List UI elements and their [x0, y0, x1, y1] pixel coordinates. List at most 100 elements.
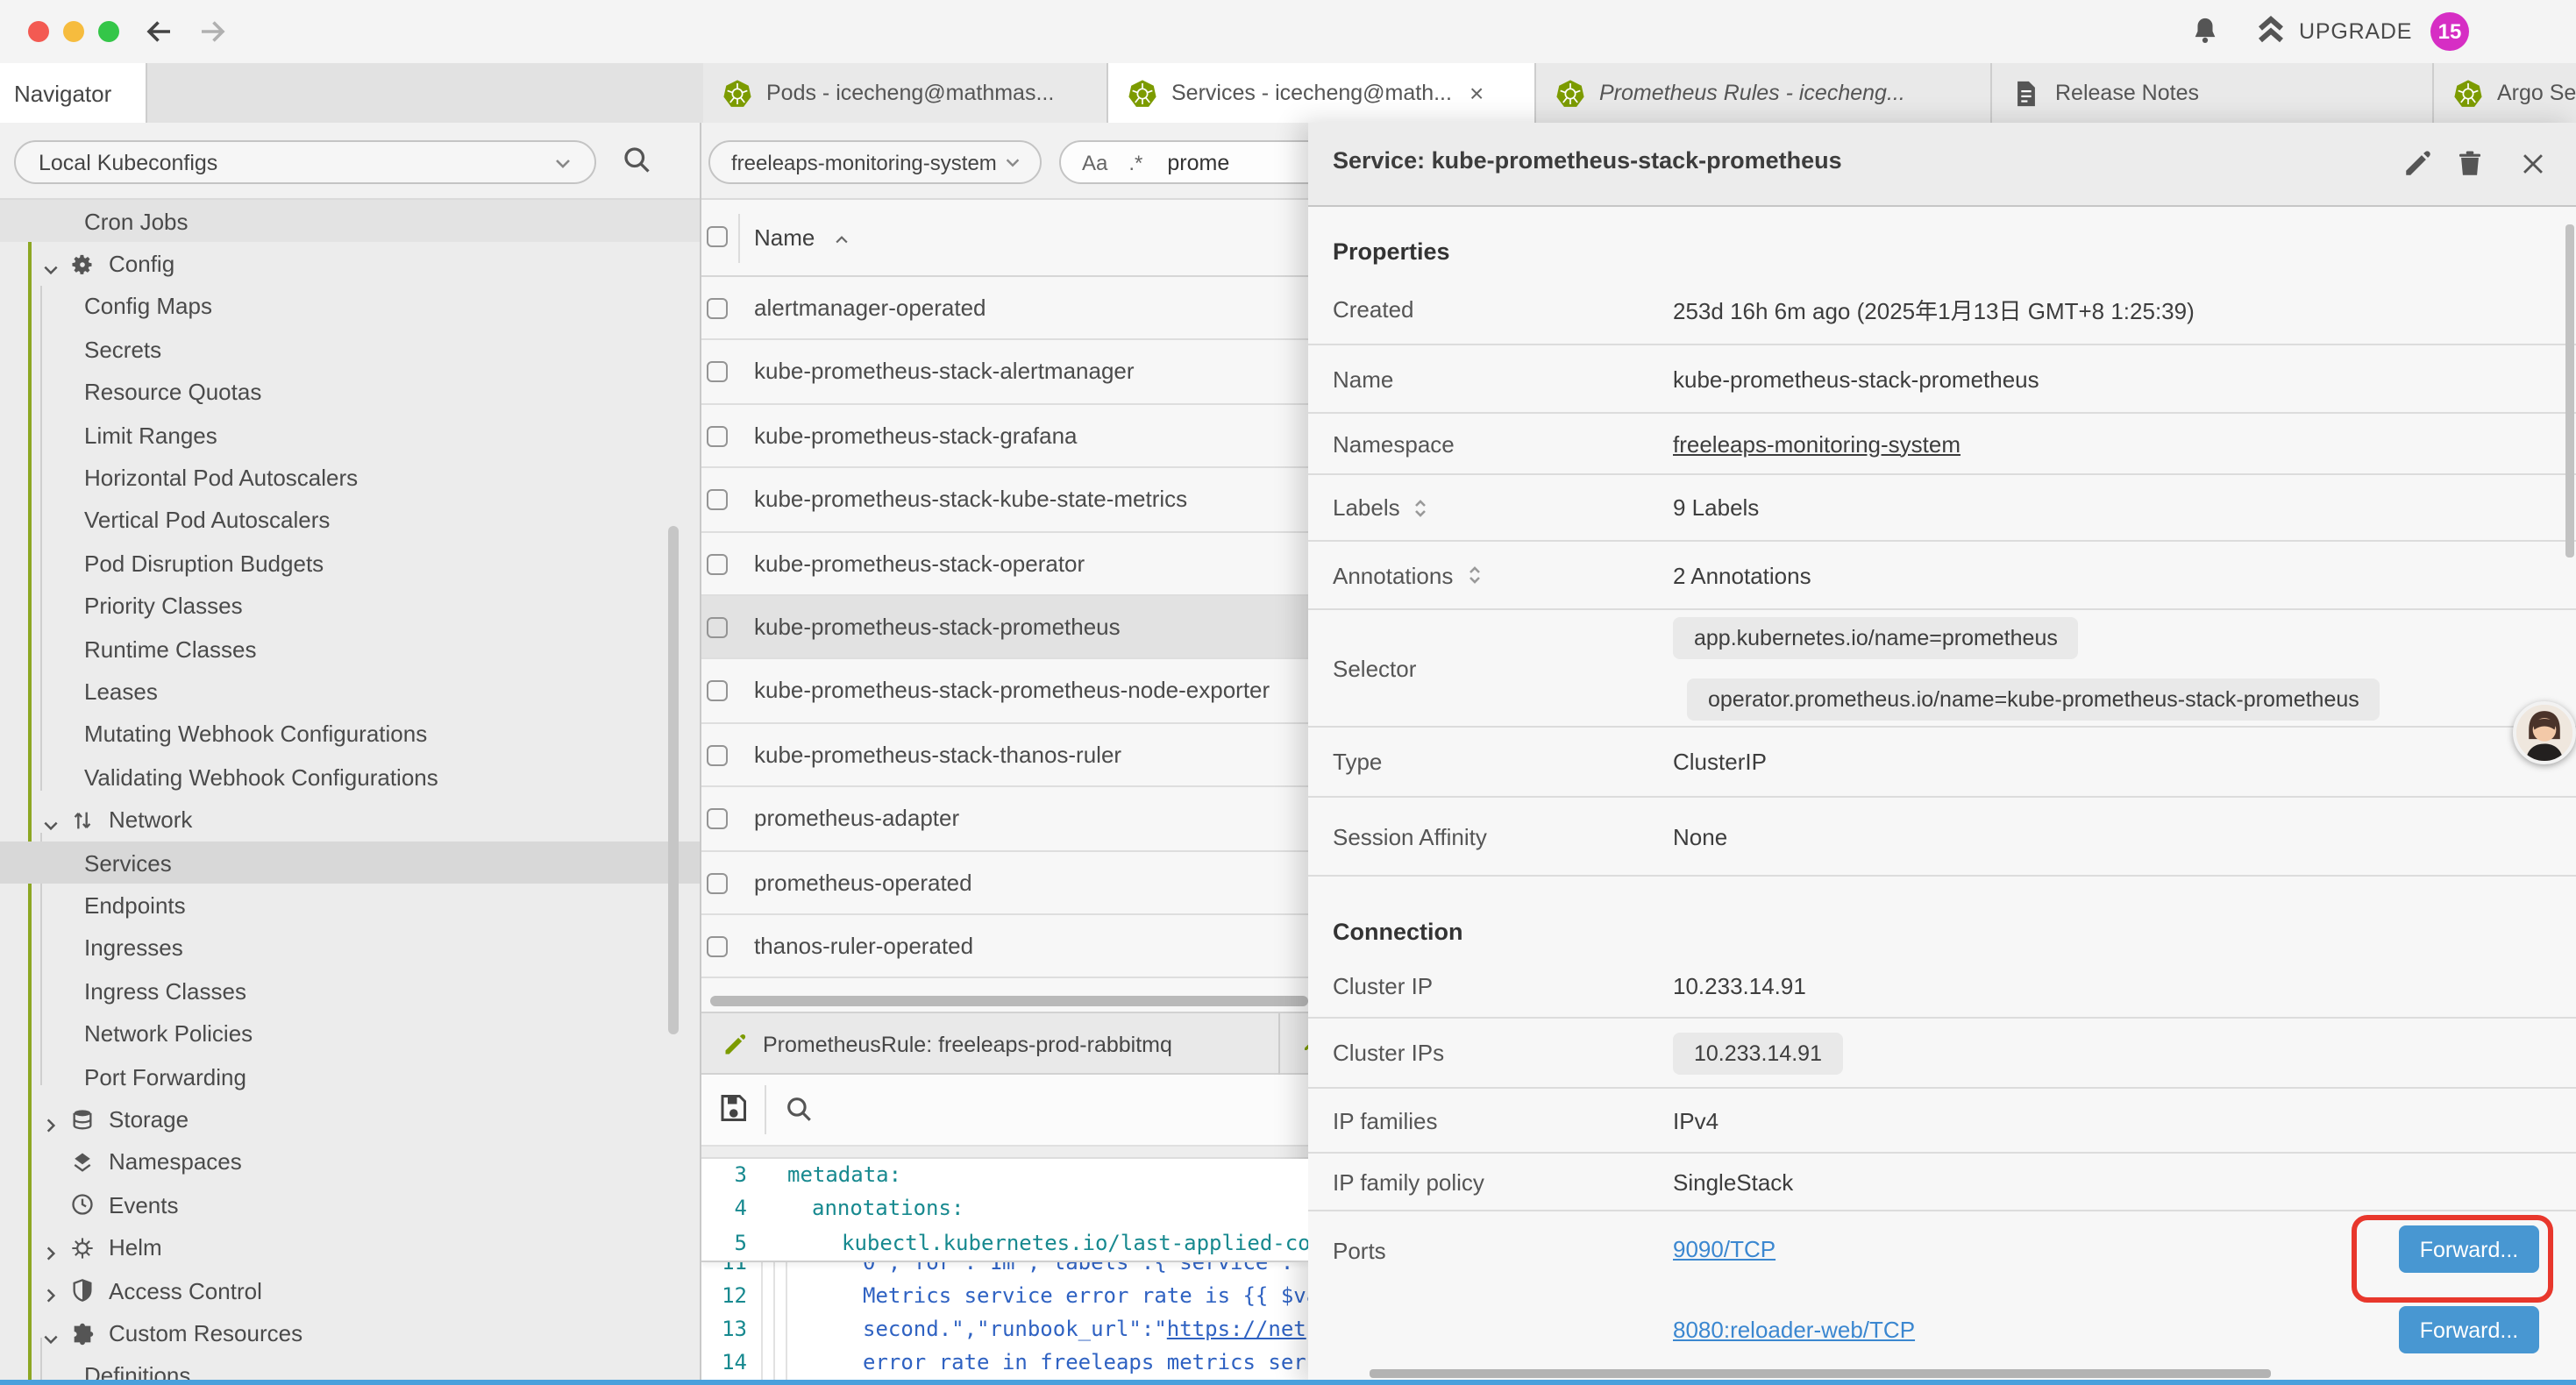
table-row[interactable]: kube-prometheus-stack-grafana	[701, 405, 1308, 469]
table-horizontal-scrollbar[interactable]	[710, 996, 1308, 1006]
namespace-select[interactable]: freeleaps-monitoring-system	[708, 140, 1042, 184]
sidebar-item-runtime-classes[interactable]: Runtime Classes	[0, 628, 700, 671]
chevron-down-icon[interactable]	[42, 812, 60, 829]
table-row[interactable]: kube-prometheus-stack-alertmanager	[701, 341, 1308, 405]
row-checkbox[interactable]	[707, 489, 728, 510]
table-row[interactable]: prometheus-adapter	[701, 787, 1308, 851]
sidebar-item-endpoints[interactable]: Endpoints	[0, 884, 700, 927]
minimize-window-button[interactable]	[63, 21, 84, 42]
sidebar-item-helm[interactable]: Helm	[0, 1226, 700, 1269]
kubeconfig-select[interactable]: Local Kubeconfigs	[14, 140, 596, 184]
drawer-horizontal-scrollbar[interactable]	[1370, 1369, 2271, 1378]
editor-tab-next-partial[interactable]	[1282, 1013, 1308, 1076]
port-link[interactable]: 9090/TCP	[1673, 1236, 1775, 1262]
forward-arrow-icon[interactable]	[196, 16, 228, 47]
chevron-down-icon[interactable]	[42, 1325, 60, 1342]
select-all-checkbox[interactable]	[707, 226, 728, 247]
sidebar-item-priority-classes[interactable]: Priority Classes	[0, 585, 700, 628]
search-icon[interactable]	[621, 144, 652, 175]
sidebar-item-access-control[interactable]: Access Control	[0, 1269, 700, 1312]
notifications-bell-icon[interactable]	[2190, 16, 2220, 46]
sort-ascending-icon[interactable]	[833, 231, 850, 249]
sidebar-item-horizontal-pod-autoscalers[interactable]: Horizontal Pod Autoscalers	[0, 457, 700, 500]
port-link[interactable]: 8080:reloader-web/TCP	[1673, 1317, 1915, 1343]
notification-count-badge[interactable]: 15	[2430, 12, 2469, 51]
sidebar-item-network-policies[interactable]: Network Policies	[0, 1012, 700, 1055]
sidebar-item-ingress-classes[interactable]: Ingress Classes	[0, 970, 700, 1012]
drawer-vertical-scrollbar[interactable]	[2565, 224, 2574, 558]
row-checkbox[interactable]	[707, 362, 728, 383]
match-case-toggle[interactable]: Aa	[1082, 150, 1107, 174]
row-checkbox[interactable]	[707, 298, 728, 319]
tab-prometheus[interactable]: Prometheus Rules - icecheng...	[1536, 63, 1992, 123]
sidebar-item-validating-webhook-configurations[interactable]: Validating Webhook Configurations	[0, 756, 700, 799]
sort-toggle-icon[interactable]	[1463, 565, 1484, 586]
table-row[interactable]: prometheus-operated	[701, 851, 1308, 915]
tab-pods[interactable]: Pods - icecheng@mathmas...	[703, 63, 1108, 123]
row-checkbox[interactable]	[707, 872, 728, 893]
close-icon[interactable]	[2518, 149, 2548, 179]
namespace-link[interactable]: freeleaps-monitoring-system	[1673, 430, 1960, 457]
chevron-right-icon[interactable]	[42, 1282, 60, 1299]
sidebar-scrollbar[interactable]	[668, 526, 679, 1034]
filter-search-input[interactable]: Aa .* prome	[1059, 140, 1308, 184]
sidebar-item-resource-quotas[interactable]: Resource Quotas	[0, 371, 700, 414]
table-row[interactable]: kube-prometheus-stack-prometheus-node-ex…	[701, 660, 1308, 724]
regex-toggle[interactable]: .*	[1128, 150, 1142, 174]
table-row[interactable]: kube-prometheus-stack-kube-state-metrics	[701, 468, 1308, 532]
maximize-window-button[interactable]	[98, 21, 119, 42]
edit-pencil-icon[interactable]	[2402, 149, 2432, 179]
sidebar-item-mutating-webhook-configurations[interactable]: Mutating Webhook Configurations	[0, 714, 700, 756]
tab-services[interactable]: Services - icecheng@math...×	[1108, 63, 1536, 123]
sidebar-item-pod-disruption-budgets[interactable]: Pod Disruption Budgets	[0, 542, 700, 585]
sidebar-item-storage[interactable]: Storage	[0, 1098, 700, 1141]
assistant-avatar[interactable]	[2513, 701, 2576, 764]
sidebar-item-config[interactable]: Config	[0, 243, 700, 286]
table-row[interactable]: kube-prometheus-stack-thanos-ruler	[701, 723, 1308, 787]
chevron-down-icon[interactable]	[42, 255, 60, 273]
sidebar-item-network[interactable]: Network	[0, 799, 700, 842]
sidebar-item-events[interactable]: Events	[0, 1183, 700, 1226]
sidebar-item-limit-ranges[interactable]: Limit Ranges	[0, 414, 700, 457]
sidebar-item-port-forwarding[interactable]: Port Forwarding	[0, 1055, 700, 1098]
chevron-right-icon[interactable]	[42, 1239, 60, 1257]
row-checkbox[interactable]	[707, 808, 728, 829]
table-row[interactable]: kube-prometheus-stack-prometheus	[701, 596, 1308, 660]
sidebar-item-secrets[interactable]: Secrets	[0, 328, 700, 371]
sort-toggle-icon[interactable]	[1411, 497, 1432, 518]
table-row[interactable]: kube-prometheus-stack-operator	[701, 532, 1308, 596]
chevron-right-icon[interactable]	[42, 1111, 60, 1128]
sidebar-item-leases[interactable]: Leases	[0, 671, 700, 714]
delete-trash-icon[interactable]	[2455, 149, 2485, 179]
table-row[interactable]: thanos-ruler-operated	[701, 915, 1308, 979]
yaml-editor[interactable]: 3metadata:4annotations:5kubectl.kubernet…	[701, 1159, 1308, 1385]
name-column-header[interactable]: Name	[754, 224, 815, 251]
forward-button[interactable]: Forward...	[2399, 1306, 2539, 1353]
upgrade-chevrons-icon[interactable]	[2255, 14, 2287, 46]
sidebar-item-services[interactable]: Services	[0, 842, 700, 884]
row-checkbox[interactable]	[707, 617, 728, 638]
tab-release[interactable]: Release Notes	[1992, 63, 2434, 123]
table-row[interactable]: alertmanager-operated	[701, 277, 1308, 341]
sidebar-item-custom-resources[interactable]: Custom Resources	[0, 1312, 700, 1355]
row-checkbox[interactable]	[707, 426, 728, 447]
tab-navigator[interactable]: Navigator	[0, 63, 147, 123]
editor-search-icon[interactable]	[784, 1094, 814, 1124]
row-checkbox[interactable]	[707, 936, 728, 957]
row-checkbox[interactable]	[707, 681, 728, 702]
editor-tab-prometheusrule[interactable]: PrometheusRule: freeleaps-prod-rabbitmq	[701, 1013, 1280, 1076]
sidebar-item-vertical-pod-autoscalers[interactable]: Vertical Pod Autoscalers	[0, 500, 700, 543]
sidebar-item-namespaces[interactable]: Namespaces	[0, 1141, 700, 1184]
row-checkbox[interactable]	[707, 744, 728, 765]
upgrade-label[interactable]: UPGRADE	[2299, 19, 2412, 44]
close-tab-icon[interactable]: ×	[1469, 81, 1484, 105]
close-window-button[interactable]	[28, 21, 49, 42]
sidebar-item-ingresses[interactable]: Ingresses	[0, 927, 700, 970]
back-arrow-icon[interactable]	[144, 16, 175, 47]
sidebar-item-config-maps[interactable]: Config Maps	[0, 286, 700, 329]
sidebar-item-cron-jobs[interactable]: Cron Jobs	[0, 200, 700, 243]
save-icon[interactable]	[717, 1092, 749, 1124]
tab-argo[interactable]: Argo Se	[2434, 63, 2576, 123]
row-checkbox[interactable]	[707, 553, 728, 574]
code-link[interactable]: https://net	[1167, 1317, 1306, 1341]
